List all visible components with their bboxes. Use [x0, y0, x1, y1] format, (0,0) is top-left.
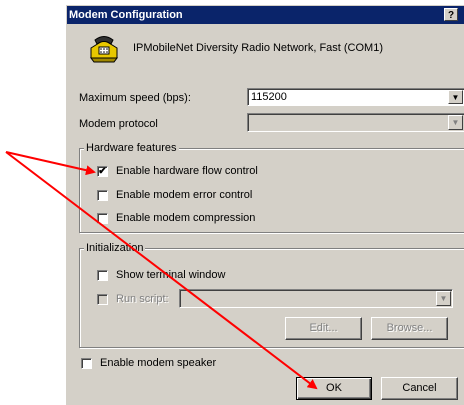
chevron-down-icon[interactable]: ▼: [448, 90, 463, 104]
show-terminal-checkbox[interactable]: [97, 270, 108, 281]
hardware-features-legend: Hardware features: [84, 142, 179, 154]
run-script-checkbox[interactable]: [97, 294, 108, 305]
modem-compression-label[interactable]: Enable modem compression: [116, 212, 255, 225]
max-speed-value: 115200: [251, 91, 287, 103]
help-button[interactable]: ?: [444, 8, 458, 21]
modem-phone-icon: [87, 34, 121, 67]
modem-compression-checkbox[interactable]: [97, 213, 108, 224]
cancel-button[interactable]: Cancel: [381, 377, 458, 400]
hardware-flow-control-checkbox[interactable]: ✔: [97, 166, 108, 177]
chevron-down-icon[interactable]: ▼: [448, 115, 463, 130]
modem-protocol-label: Modem protocol: [79, 118, 158, 130]
title-bar: Modem Configuration ?: [67, 6, 464, 24]
modem-error-control-checkbox[interactable]: [97, 190, 108, 201]
show-terminal-label[interactable]: Show terminal window: [116, 269, 225, 282]
check-icon: ✔: [98, 166, 107, 177]
ok-button[interactable]: OK: [296, 377, 372, 400]
run-script-select[interactable]: ▼: [179, 289, 453, 308]
device-name: IPMobileNet Diversity Radio Network, Fas…: [133, 42, 384, 54]
max-speed-label: Maximum speed (bps):: [79, 92, 191, 104]
edit-button[interactable]: Edit...: [285, 317, 362, 340]
initialization-legend: Initialization: [84, 242, 146, 254]
dialog-title: Modem Configuration: [69, 9, 183, 21]
hardware-flow-control-label[interactable]: Enable hardware flow control: [116, 165, 258, 178]
browse-button[interactable]: Browse...: [371, 317, 448, 340]
modem-error-control-label[interactable]: Enable modem error control: [116, 189, 252, 202]
run-script-label[interactable]: Run script:: [116, 293, 169, 306]
modem-protocol-select[interactable]: ▼: [247, 113, 464, 132]
modem-config-dialog: Modem Configuration ? IPMobileNet Divers…: [66, 5, 464, 405]
modem-speaker-checkbox[interactable]: [81, 358, 92, 369]
chevron-down-icon[interactable]: ▼: [436, 291, 451, 306]
modem-speaker-label[interactable]: Enable modem speaker: [100, 357, 216, 370]
max-speed-select[interactable]: 115200 ▼: [247, 88, 464, 106]
